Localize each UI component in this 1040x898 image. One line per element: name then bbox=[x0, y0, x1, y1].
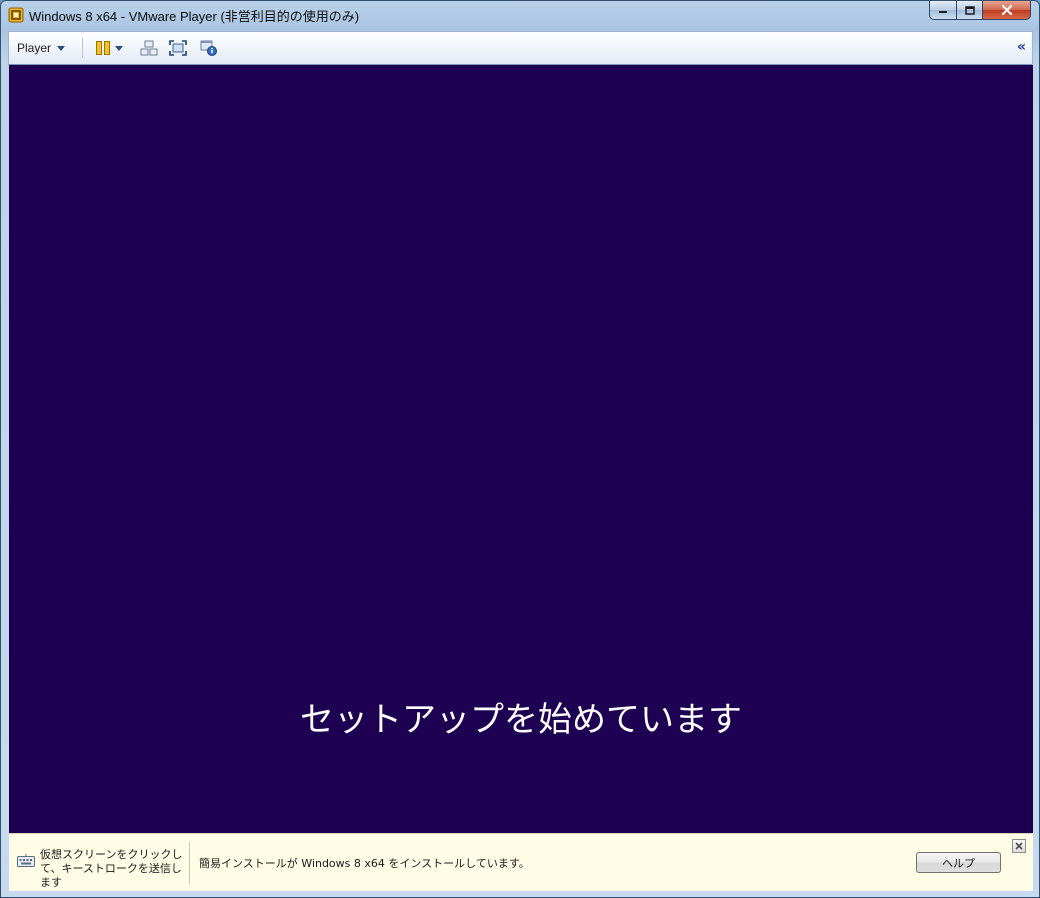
chevron-down-icon bbox=[115, 45, 123, 51]
close-icon bbox=[1015, 842, 1023, 850]
send-ctrl-alt-del-button[interactable] bbox=[140, 39, 158, 57]
full-screen-icon bbox=[169, 40, 187, 56]
keyboard-icon bbox=[17, 854, 35, 867]
chevron-down-icon bbox=[57, 45, 66, 51]
minimize-icon bbox=[939, 11, 947, 13]
setup-status-text: セットアップを始めています bbox=[300, 700, 742, 740]
info-bar-close-button[interactable] bbox=[1012, 839, 1026, 853]
player-menu-button[interactable]: Player bbox=[13, 38, 69, 58]
collapse-toolbar-icon[interactable]: « bbox=[1017, 39, 1026, 55]
maximize-button[interactable] bbox=[956, 1, 983, 20]
keystroke-hint-text: 仮想スクリーンをクリックして、キーストロークを送信します bbox=[40, 848, 183, 889]
player-toolbar: Player « bbox=[8, 31, 1033, 65]
info-bar: 仮想スクリーンをクリックして、キーストロークを送信します 簡易インストールが W… bbox=[9, 833, 1033, 891]
vmware-app-icon[interactable] bbox=[8, 7, 24, 23]
help-button[interactable]: ヘルプ bbox=[916, 852, 1001, 873]
vmware-player-window: Windows 8 x64 - VMware Player (非営利目的の使用の… bbox=[0, 0, 1040, 898]
full-screen-button[interactable] bbox=[169, 39, 187, 57]
window-title: Windows 8 x64 - VMware Player (非営利目的の使用の… bbox=[29, 9, 360, 24]
info-bar-separator bbox=[189, 842, 190, 884]
easy-install-message: 簡易インストールが Windows 8 x64 をインストールしています。 bbox=[199, 857, 530, 870]
toolbar-separator bbox=[82, 38, 83, 58]
unity-icon bbox=[200, 40, 217, 56]
maximize-icon bbox=[964, 5, 975, 15]
minimize-button[interactable] bbox=[929, 1, 957, 20]
virtual-machine-screen[interactable]: セットアップを始めています bbox=[9, 65, 1033, 833]
player-menu-label: Player bbox=[17, 41, 52, 55]
pause-icon bbox=[96, 41, 110, 55]
close-icon bbox=[1001, 5, 1012, 15]
send-ctrl-alt-del-icon bbox=[140, 40, 158, 56]
pause-button[interactable] bbox=[95, 39, 123, 57]
close-button[interactable] bbox=[982, 1, 1031, 20]
title-bar[interactable]: Windows 8 x64 - VMware Player (非営利目的の使用の… bbox=[1, 1, 1039, 29]
unity-button[interactable] bbox=[200, 39, 218, 57]
